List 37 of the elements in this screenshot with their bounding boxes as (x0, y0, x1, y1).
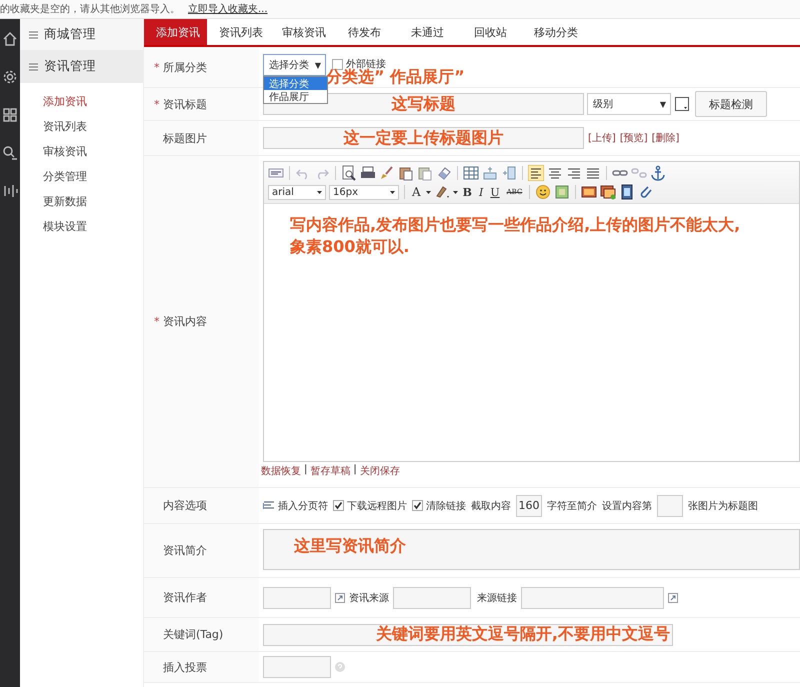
link-separator: | (304, 464, 308, 477)
editor-content-text: 象素800就可以. (290, 236, 410, 258)
caret-icon: ▼ (660, 100, 666, 108)
field-label: 插入投票 (163, 660, 207, 674)
caret-icon: ▼ (314, 60, 321, 70)
required-mark: * (154, 98, 160, 110)
annotation-text: 关键词要用英文逗号隔开,不要用中文逗号 (376, 624, 670, 645)
field-label: 关键词(Tag) (163, 627, 224, 642)
select-value: 选择分类 (269, 58, 309, 72)
link-separator: | (353, 464, 357, 477)
annotation-text: 这写标题 (392, 94, 456, 114)
field-label: 来源链接 (477, 592, 517, 604)
option-text: 设置内容第 (602, 500, 652, 512)
option-text: 张图片为标题图 (688, 500, 758, 512)
annotation-text: 分类选” 作品展厅” (326, 68, 465, 86)
annotation-text: 这里写资讯简介 (294, 536, 406, 557)
option-text: 字符至简介 (547, 500, 597, 512)
required-mark: * (154, 60, 160, 74)
field-label: 标题图片 (163, 130, 207, 146)
field-label: 资讯内容 (163, 314, 207, 329)
field-label: 内容选项 (163, 498, 207, 513)
bookmark-message: 的收藏夹是空的，请从其他浏览器导入。 (0, 2, 180, 16)
field-label: 资讯标题 (163, 96, 207, 112)
field-label: 所属分类 (163, 60, 207, 74)
select-value: arial (272, 186, 294, 198)
checkbox-label: 下载远程图片 (347, 500, 407, 512)
editor-content-text: 写内容作品,发布图片也要写一些作品介绍,上传的图片不能太大, (290, 214, 742, 236)
field-label: 资讯简介 (163, 543, 207, 558)
select-value: 级别 (593, 98, 613, 111)
checkbox-label: 清除链接 (426, 500, 466, 512)
required-mark: * (154, 315, 160, 328)
option-text: 截取内容 (471, 500, 511, 512)
field-label: 资讯作者 (163, 590, 207, 605)
annotation-text: 这一定要上传标题图片 (344, 128, 504, 148)
checkbox-label: 外部链接 (346, 58, 386, 70)
select-value: 16px (333, 186, 358, 198)
field-label: 资讯来源 (349, 592, 389, 604)
